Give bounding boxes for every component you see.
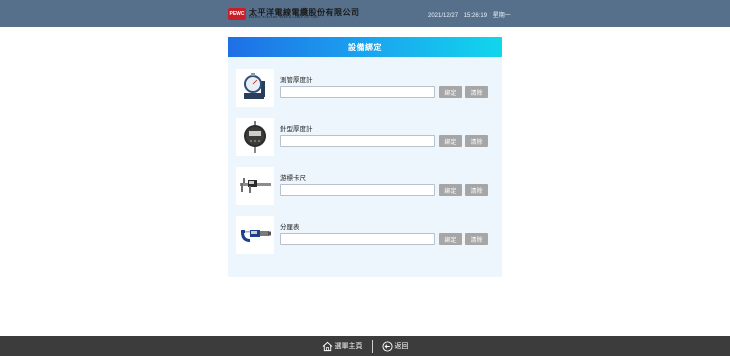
weekday-text: 星期一 [492,13,511,19]
logo-english-name: PACIFIC ELECTRIC WIRE & CABLE CO., LTD. [249,15,319,19]
top-bar: PEWC 太平洋電線電纜股份有限公司 PACIFIC ELECTRIC WIRE… [0,0,730,27]
home-icon [322,341,332,351]
clear-button[interactable]: 清除 [465,135,488,147]
device-label: 分厘表 [280,223,300,231]
bind-button[interactable]: 綁定 [439,233,462,245]
device-binding-panel: 設備綁定 測管厚度計 綁定 清除 針型厚度計 綁定 清除 游標卡尺 綁定 清除 … [228,37,502,277]
back-button[interactable]: 返回 [381,340,409,352]
company-logo: PEWC 太平洋電線電纜股份有限公司 PACIFIC ELECTRIC WIRE… [228,7,360,20]
bind-button[interactable]: 綁定 [439,86,462,98]
device-label: 針型厚度計 [280,125,313,133]
device-row: 游標卡尺 綁定 清除 [236,167,498,207]
date-text: 2021/12/27 [428,13,459,19]
dial-thickness-gauge-icon [236,69,274,107]
footer-divider [371,339,373,353]
digital-indicator-icon [236,118,274,156]
device-label: 游標卡尺 [280,174,306,182]
bind-button[interactable]: 綁定 [439,184,462,196]
clear-button[interactable]: 清除 [465,233,488,245]
micrometer-icon [236,216,274,254]
clear-button[interactable]: 清除 [465,184,488,196]
home-menu-label: 選單主頁 [334,342,363,350]
logo-badge: PEWC [228,7,246,20]
device-id-input[interactable] [280,135,435,147]
device-row: 測管厚度計 綁定 清除 [236,69,498,109]
device-id-input[interactable] [280,184,435,196]
clear-button[interactable]: 清除 [465,86,488,98]
home-menu-button[interactable]: 選單主頁 [322,341,363,352]
device-id-input[interactable] [280,233,435,245]
device-label: 測管厚度計 [280,76,313,84]
device-row: 針型厚度計 綁定 清除 [236,118,498,158]
device-row: 分厘表 綁定 清除 [236,216,498,256]
caliper-icon [236,167,274,205]
datetime-display: 2021/12/27 15:26:19 星期一 [428,10,515,19]
panel-title: 設備綁定 [228,37,502,57]
time-text: 15:26:19 [463,13,488,19]
back-arrow-icon [381,340,393,352]
device-id-input[interactable] [280,86,435,98]
back-label: 返回 [394,342,409,350]
bind-button[interactable]: 綁定 [439,135,462,147]
footer-bar: 選單主頁 返回 [0,336,730,356]
